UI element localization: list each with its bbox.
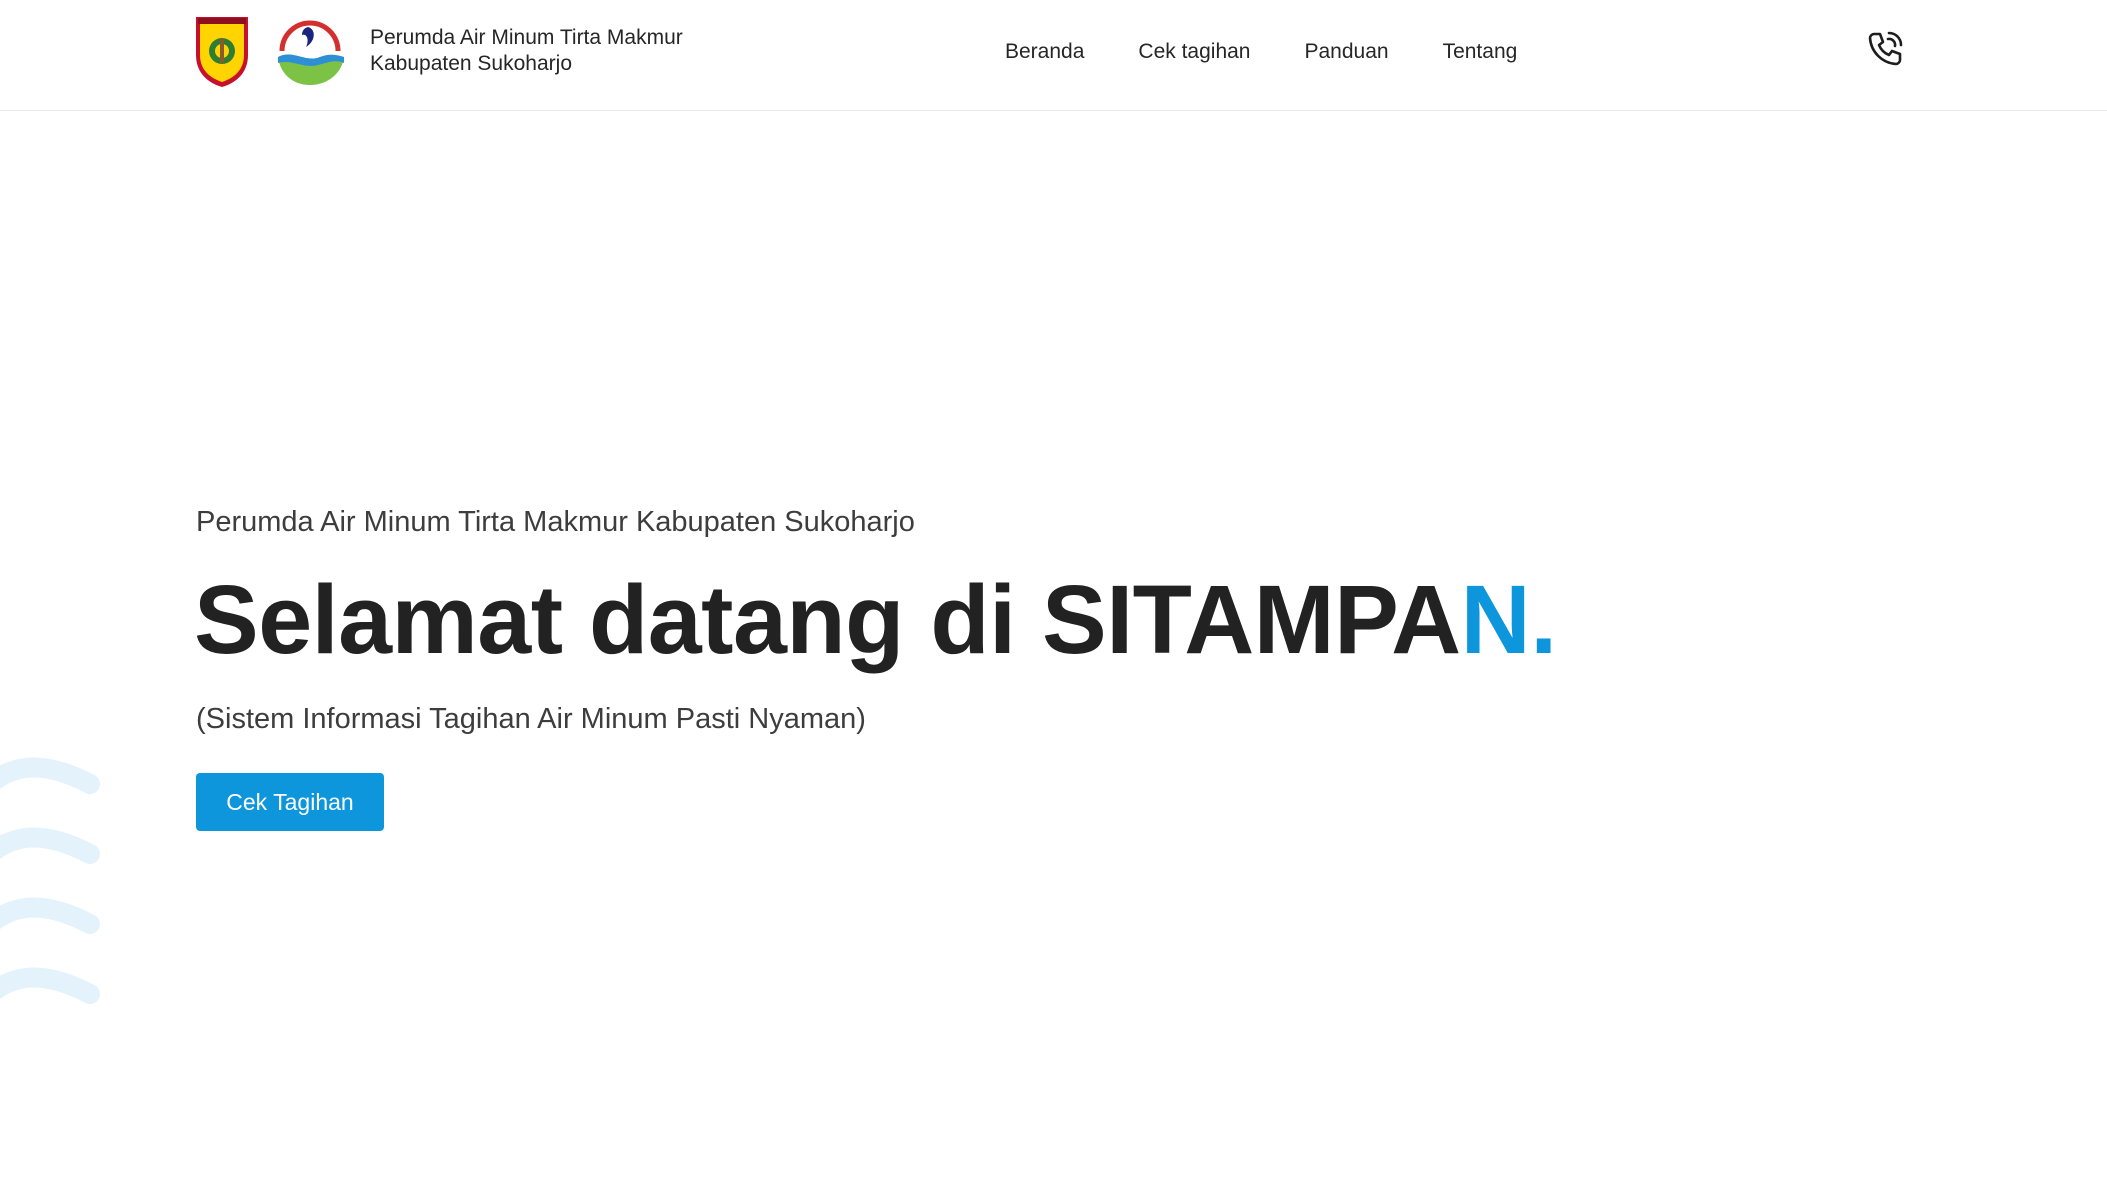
nav-link-panduan[interactable]: Panduan	[1304, 38, 1388, 66]
main-nav: Beranda Cek tagihan Panduan Tentang	[1005, 38, 1517, 66]
phone-call-icon[interactable]	[1862, 26, 1908, 72]
site-header: Perumda Air Minum Tirta Makmur Kabupaten…	[0, 0, 2107, 111]
hero-title: Selamat datang di SITAMPAN.	[194, 560, 1557, 680]
hero-title-accent: N.	[1460, 565, 1558, 674]
hero-title-main: Selamat datang di SITAMPA	[194, 565, 1461, 674]
org-name-line2: Kabupaten Sukoharjo	[370, 52, 572, 75]
hero-subtitle: Perumda Air Minum Tirta Makmur Kabupaten…	[196, 506, 915, 538]
hero-description: (Sistem Informasi Tagihan Air Minum Past…	[196, 703, 866, 735]
pdam-logo[interactable]	[272, 13, 348, 87]
nav-link-beranda[interactable]: Beranda	[1005, 38, 1084, 66]
decorative-waves-icon	[0, 757, 100, 1004]
nav-link-tentang[interactable]: Tentang	[1443, 38, 1518, 66]
org-name: Perumda Air Minum Tirta Makmur Kabupaten…	[370, 25, 683, 77]
nav-link-cek-tagihan[interactable]: Cek tagihan	[1138, 38, 1250, 66]
org-name-line1: Perumda Air Minum Tirta Makmur	[370, 26, 683, 49]
cek-tagihan-button[interactable]: Cek Tagihan	[196, 773, 384, 831]
regency-seal-logo[interactable]	[194, 15, 250, 89]
